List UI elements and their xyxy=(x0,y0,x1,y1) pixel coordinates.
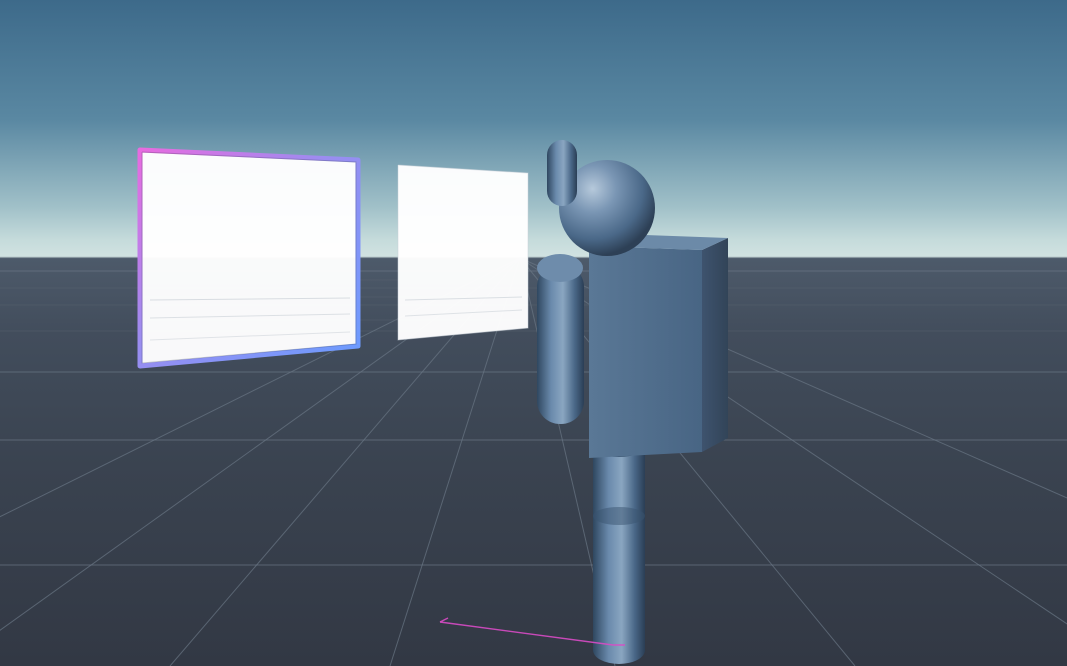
floor-selection-outline xyxy=(0,0,1067,666)
editor-3d-viewport[interactable] xyxy=(0,0,1067,666)
